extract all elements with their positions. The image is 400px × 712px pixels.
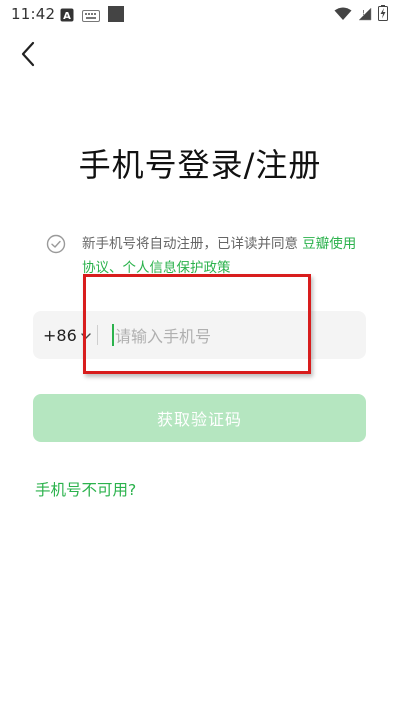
agreement-text: 新手机号将自动注册，已详读并同意 豆瓣使用协议、个人信息保护政策 — [82, 232, 362, 280]
country-code: +86 — [43, 326, 77, 345]
status-right-icons: ! — [334, 5, 388, 25]
a-icon: A — [60, 7, 74, 26]
svg-text:A: A — [63, 11, 71, 22]
square-icon — [108, 6, 124, 26]
get-code-button[interactable]: 获取验证码 — [33, 394, 366, 442]
status-time: 11:42 — [11, 5, 56, 23]
page-title: 手机号登录/注册 — [78, 146, 322, 184]
chevron-left-icon — [21, 41, 35, 67]
agreement-description: 新手机号将自动注册，已详读并同意 — [82, 236, 298, 252]
battery-charging-icon — [378, 5, 388, 25]
svg-text:!: ! — [362, 9, 365, 17]
agreement-checkbox[interactable] — [46, 234, 66, 258]
wifi-icon — [334, 6, 352, 25]
keyboard-icon — [82, 7, 100, 26]
status-bar: 11:42 A ! — [0, 0, 400, 28]
highlight-box — [83, 274, 311, 374]
signal-icon: ! — [358, 6, 372, 25]
phone-unavailable-link[interactable]: 手机号不可用? — [35, 478, 136, 500]
back-button[interactable] — [12, 38, 44, 70]
status-left-icons: A — [60, 6, 124, 26]
check-circle-icon — [46, 234, 66, 254]
